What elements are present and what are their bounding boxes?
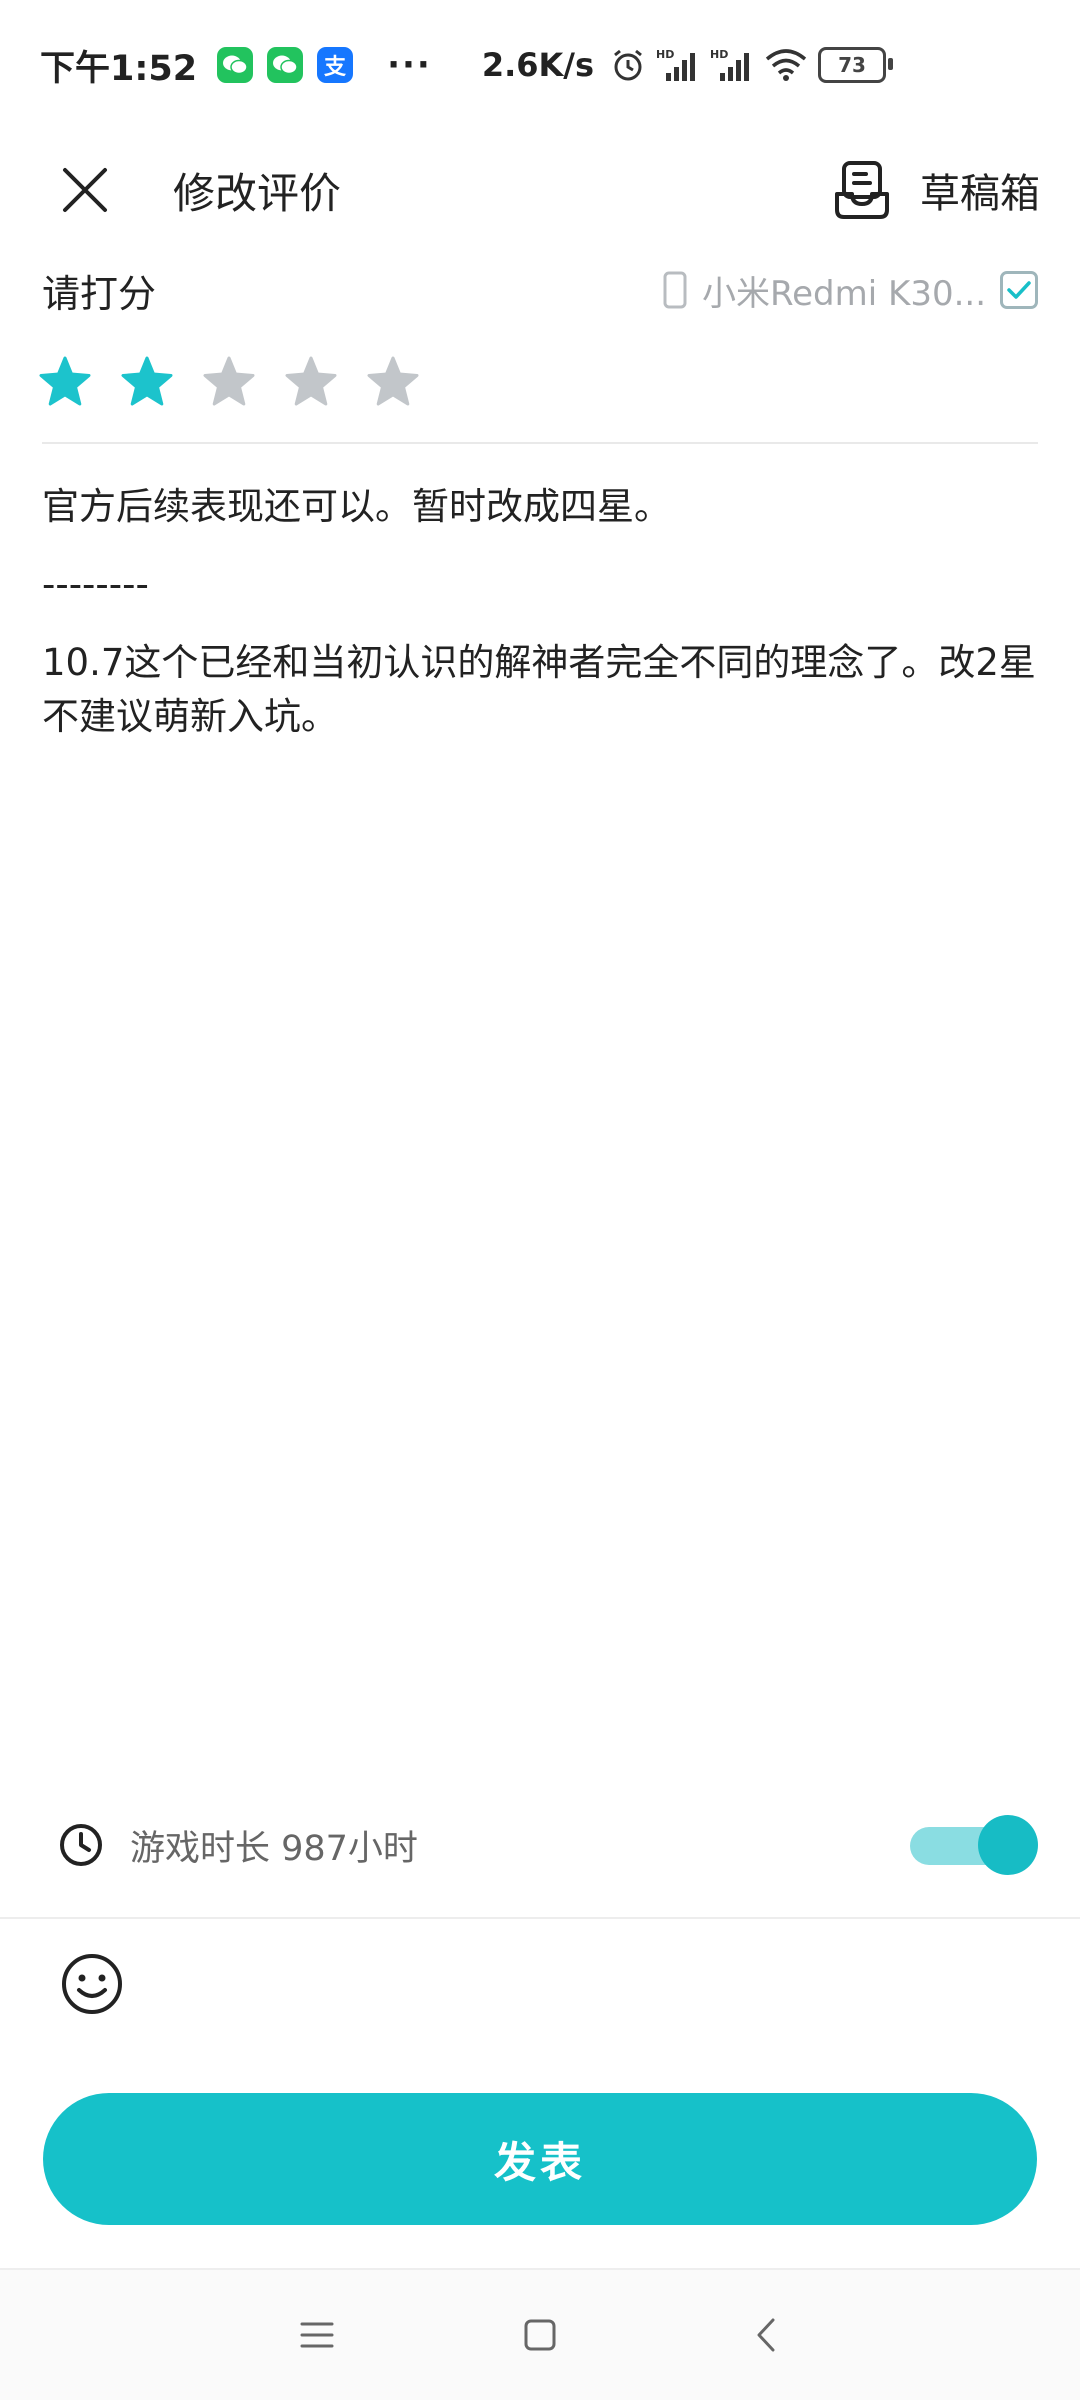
device-name: 小米Redmi K30...: [702, 273, 986, 314]
nav-menu-button[interactable]: [292, 2310, 342, 2360]
close-button[interactable]: [55, 160, 115, 220]
playtime-label: 游戏时长 987小时: [130, 1828, 418, 1869]
nav-home-button[interactable]: [515, 2310, 565, 2360]
phone-icon: [663, 271, 687, 309]
network-speed: 2.6K/s: [481, 46, 595, 84]
divider: [0, 1917, 1080, 1919]
star-1-icon[interactable]: [38, 355, 92, 409]
device-checkbox[interactable]: [1000, 271, 1038, 309]
star-5-icon[interactable]: [366, 355, 420, 409]
review-paragraph: 10.7这个已经和当初认识的解神者完全不同的理念了。改2星不建议萌新入坑。: [42, 641, 1036, 738]
toggle-knob: [978, 1815, 1038, 1875]
signal-hd-icon: HD: [656, 48, 696, 81]
checkmark-icon: [1007, 281, 1031, 299]
review-text-area[interactable]: 官方后续表现还可以。暂时改成四星。 -------- 10.7这个已经和当初认识的解…: [42, 480, 1038, 768]
page-title: 修改评价: [173, 168, 342, 218]
nav-back-button[interactable]: [742, 2310, 792, 2360]
divider: [42, 442, 1038, 444]
smiley-icon: [62, 1954, 122, 2014]
emoji-button[interactable]: [60, 1952, 124, 2016]
close-icon: [63, 168, 107, 212]
top-bar: 修改评价 草稿箱: [0, 130, 1080, 250]
drafts-label: 草稿箱: [920, 171, 1040, 217]
back-chevron-icon: [757, 2318, 775, 2352]
star-3-icon[interactable]: [202, 355, 256, 409]
alarm-icon: [614, 49, 642, 81]
drafts-button[interactable]: 草稿箱: [834, 160, 1040, 220]
device-tag: 小米Redmi K30...: [662, 266, 1038, 315]
drafts-box-icon: [835, 161, 889, 219]
star-2-icon[interactable]: [120, 355, 174, 409]
status-left: 下午1:52 支 ···: [40, 40, 432, 91]
home-square-icon: [524, 2319, 556, 2351]
playtime-row: 游戏时长 987小时: [58, 1810, 1038, 1880]
svg-text:HD: HD: [656, 48, 674, 61]
battery-indicator: 73: [818, 47, 894, 83]
status-bar: 下午1:52 支 ··· 2.6K/s HD HD 73: [0, 0, 1080, 130]
svg-text:HD: HD: [710, 48, 728, 61]
review-paragraph: 官方后续表现还可以。暂时改成四星。: [42, 485, 671, 528]
review-paragraph: --------: [42, 563, 149, 606]
status-right: 2.6K/s HD HD 73: [481, 46, 894, 84]
more-notifications-dots: ···: [387, 45, 432, 85]
alipay-icon: 支: [317, 47, 354, 83]
publish-button[interactable]: 发表: [43, 2093, 1037, 2225]
wechat-icon: [217, 47, 254, 83]
playtime-toggle[interactable]: [910, 1815, 1038, 1875]
review-edit-screen: 下午1:52 支 ··· 2.6K/s HD HD 73 修改评价 草稿箱 请打…: [0, 0, 1080, 2400]
clock-icon: [60, 1824, 102, 1866]
wifi-icon: [765, 49, 807, 81]
menu-icon: [300, 2322, 334, 2348]
star-4-icon[interactable]: [284, 355, 338, 409]
system-nav-bar: [0, 2270, 1080, 2400]
rating-header: 请打分 小米Redmi K30...: [42, 260, 1038, 320]
rating-label: 请打分: [42, 271, 157, 316]
star-rating: [38, 355, 420, 409]
signal-hd-icon: HD: [710, 48, 750, 81]
status-time: 下午1:52: [40, 48, 198, 89]
wechat-icon: [267, 47, 304, 83]
